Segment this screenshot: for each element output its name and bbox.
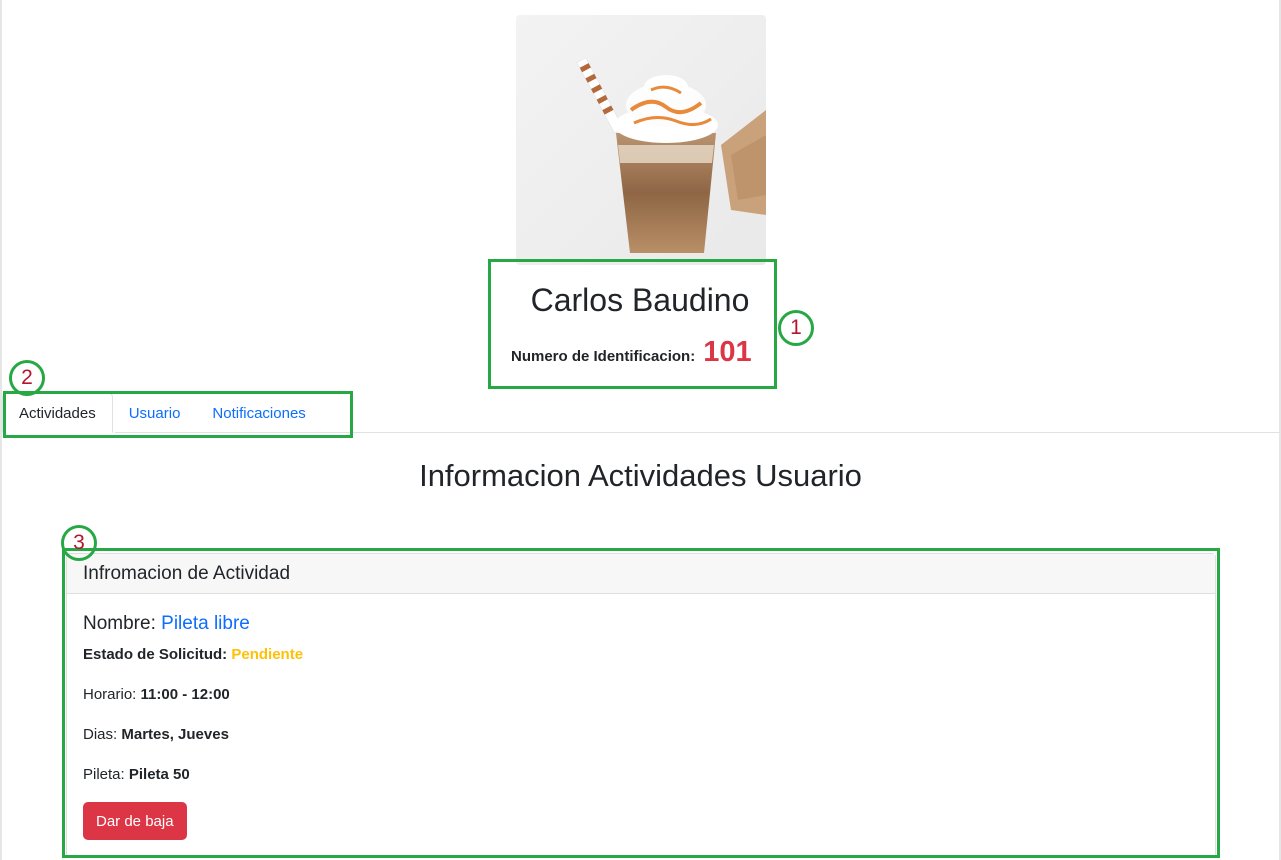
annotation-box-1 [488,259,777,389]
annotation-box-2 [3,391,353,438]
annotation-marker-3: 3 [61,525,97,561]
section-title: Informacion Actividades Usuario [419,458,862,493]
annotation-marker-1: 1 [778,310,814,346]
annotation-marker-2: 2 [9,360,45,396]
profile-photo [516,15,766,265]
annotation-box-3 [62,548,1220,858]
